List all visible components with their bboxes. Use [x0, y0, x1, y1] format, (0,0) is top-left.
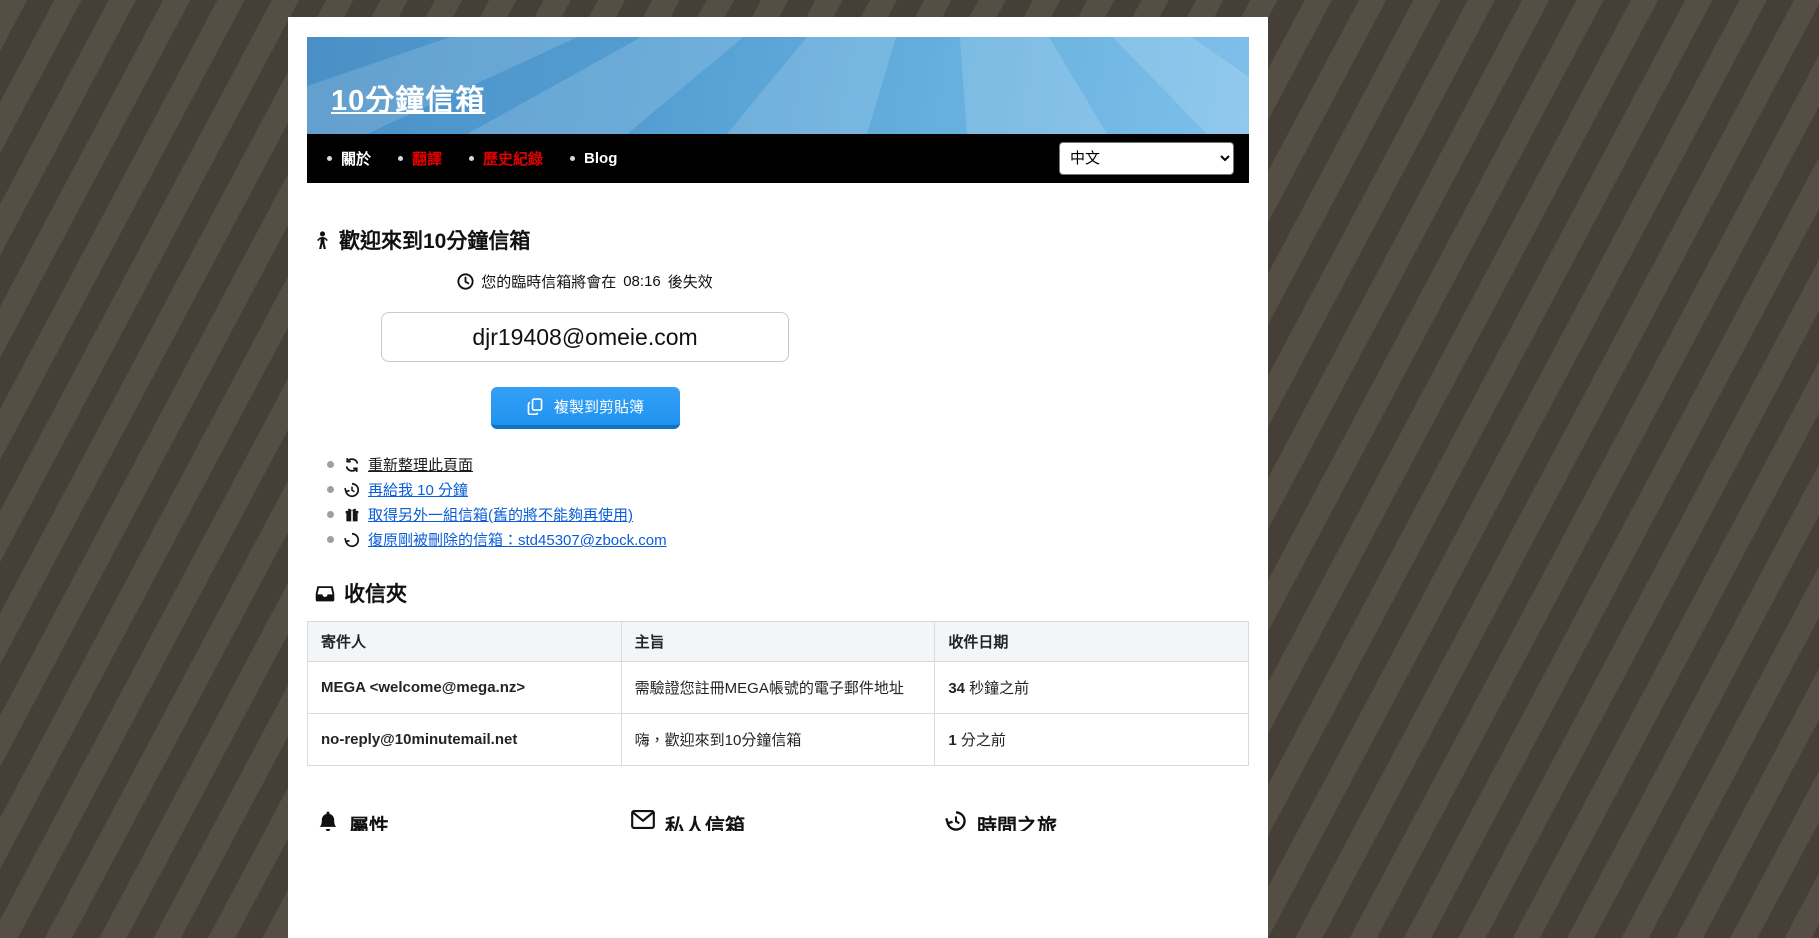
feature-properties: 屬性: [307, 810, 621, 831]
list-item: 取得另外一組信箱(舊的將不能夠再使用): [307, 502, 1249, 527]
inbox-icon: [315, 585, 335, 602]
feature-label: 私人信箱: [665, 810, 745, 831]
email-date-cell[interactable]: 34 秒鐘之前: [935, 662, 1249, 714]
more-time-icon: [344, 482, 360, 498]
email-subject-cell[interactable]: 需驗證您註冊MEGA帳號的電子郵件地址: [621, 662, 935, 714]
expiry-countdown: 08:16: [623, 273, 661, 290]
nav-item-translate[interactable]: 翻譯: [398, 148, 442, 169]
feature-time-travel: 時間之旅: [935, 810, 1249, 831]
list-item: 復原剛被刪除的信箱：std45307@zbock.com: [307, 527, 1249, 552]
feature-label: 屬性: [349, 810, 389, 831]
envelope-icon: [631, 810, 655, 829]
copy-to-clipboard-button[interactable]: 複製到剪貼簿: [491, 387, 680, 429]
footer-features-row: 屬性 私人信箱 時間之旅: [307, 810, 1249, 831]
expiry-suffix: 後失效: [668, 271, 713, 292]
main-nav: 關於 翻譯 歷史紀錄 Blog 中文: [307, 134, 1249, 183]
nav-item-about[interactable]: 關於: [327, 148, 371, 169]
feature-label: 時間之旅: [977, 810, 1057, 831]
bell-icon: [317, 810, 339, 831]
action-links-list: 重新整理此頁面 再給我 10 分鐘: [307, 452, 1249, 552]
content-inner: 10分鐘信箱 關於 翻譯 歷史紀錄 Blog 中文 歡迎來到10分鐘信箱: [288, 37, 1268, 831]
welcome-heading-text: 歡迎來到10分鐘信箱: [339, 225, 530, 255]
welcome-heading: 歡迎來到10分鐘信箱: [307, 225, 1249, 255]
person-icon: [315, 231, 330, 250]
email-date-count: 1: [948, 732, 956, 749]
email-date-cell[interactable]: 1 分之前: [935, 714, 1249, 766]
column-header-subject: 主旨: [621, 622, 935, 662]
give-me-more-time-link[interactable]: 再給我 10 分鐘: [368, 479, 468, 500]
table-header-row: 寄件人 主旨 收件日期: [308, 622, 1249, 662]
feature-private-inbox: 私人信箱: [621, 810, 935, 831]
email-sender-cell[interactable]: no-reply@10minutemail.net: [308, 714, 622, 766]
list-item: 重新整理此頁面: [307, 452, 1249, 477]
new-mailbox-icon: [344, 507, 360, 523]
restore-deleted-mailbox-link[interactable]: 復原剛被刪除的信箱：std45307@zbock.com: [368, 529, 667, 550]
email-subject-cell[interactable]: 嗨，歡迎來到10分鐘信箱: [621, 714, 935, 766]
list-item: 再給我 10 分鐘: [307, 477, 1249, 502]
refresh-page-link[interactable]: 重新整理此頁面: [368, 454, 473, 475]
table-row[interactable]: no-reply@10minutemail.net 嗨，歡迎來到10分鐘信箱 1…: [308, 714, 1249, 766]
nav-item-blog[interactable]: Blog: [570, 150, 617, 167]
time-travel-icon: [945, 810, 967, 831]
expiry-line: 您的臨時信箱將會在 08:16 後失效: [307, 271, 863, 292]
table-row[interactable]: MEGA <welcome@mega.nz> 需驗證您註冊MEGA帳號的電子郵件…: [308, 662, 1249, 714]
inbox-heading: 收信夾: [307, 578, 1249, 608]
nav-item-history[interactable]: 歷史紀錄: [469, 148, 543, 169]
content-card: 10分鐘信箱 關於 翻譯 歷史紀錄 Blog 中文 歡迎來到10分鐘信箱: [288, 17, 1268, 938]
inbox-heading-text: 收信夾: [344, 578, 407, 608]
get-new-mailbox-link[interactable]: 取得另外一組信箱(舊的將不能夠再使用): [368, 504, 633, 525]
header-banner: 10分鐘信箱: [307, 37, 1249, 134]
email-date-count: 34: [948, 680, 965, 697]
inbox-table: 寄件人 主旨 收件日期 MEGA <welcome@mega.nz> 需驗證您註…: [307, 621, 1249, 766]
clock-icon: [457, 273, 474, 290]
site-title-link[interactable]: 10分鐘信箱: [331, 77, 485, 119]
email-sender-cell[interactable]: MEGA <welcome@mega.nz>: [308, 662, 622, 714]
copy-button-label: 複製到剪貼簿: [554, 396, 644, 417]
email-date-unit: 分之前: [961, 732, 1006, 749]
email-address-field[interactable]: [381, 312, 789, 362]
column-header-date: 收件日期: [935, 622, 1249, 662]
language-select[interactable]: 中文: [1059, 142, 1234, 175]
undo-icon: [344, 532, 360, 548]
mailbox-column: 您的臨時信箱將會在 08:16 後失效 複製到剪貼簿: [307, 271, 863, 429]
email-date-unit: 秒鐘之前: [969, 680, 1029, 697]
refresh-icon: [344, 457, 360, 473]
expiry-prefix: 您的臨時信箱將會在: [481, 271, 616, 292]
column-header-sender: 寄件人: [308, 622, 622, 662]
main-content: 歡迎來到10分鐘信箱 您的臨時信箱將會在 08:16 後失效: [307, 225, 1249, 831]
copy-icon: [526, 397, 544, 415]
